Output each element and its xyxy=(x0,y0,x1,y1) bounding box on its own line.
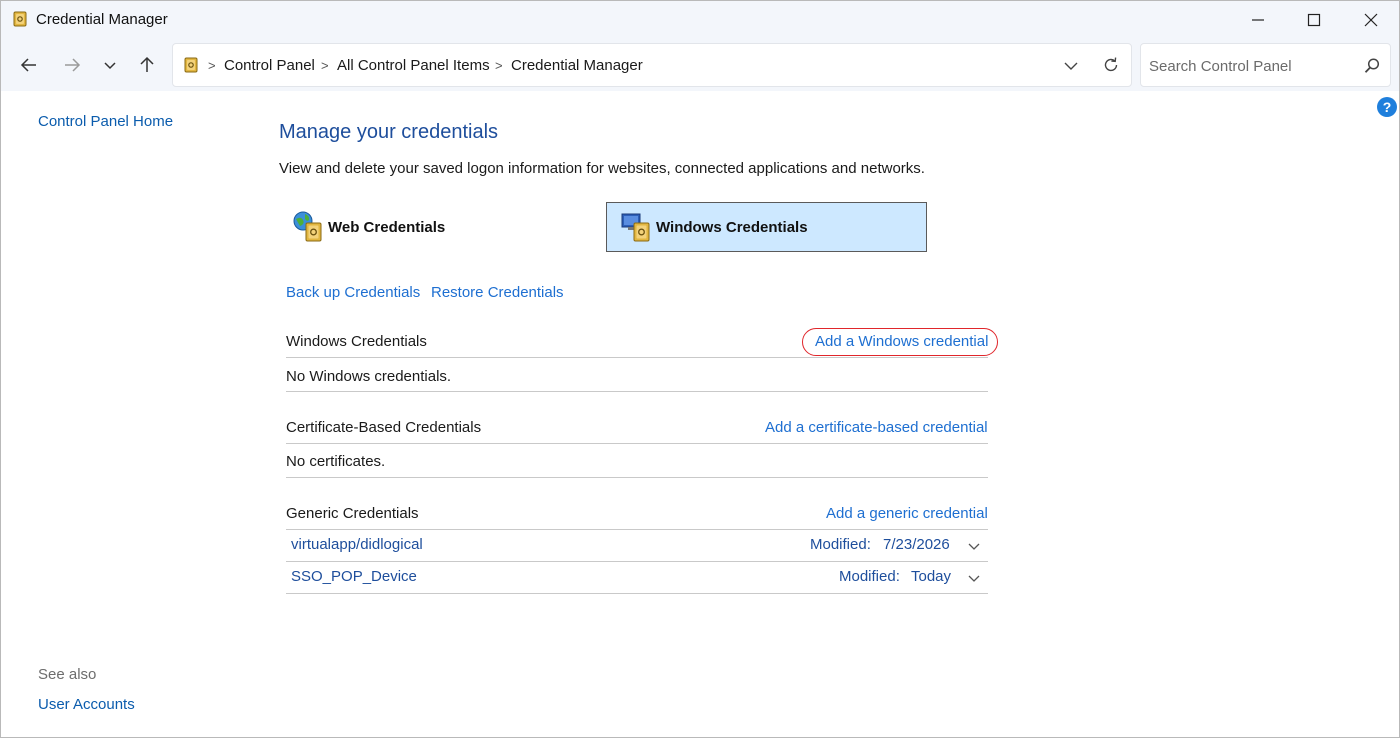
credential-vault-icon xyxy=(13,11,27,27)
arrow-right-icon xyxy=(65,58,81,72)
backup-credentials-link[interactable]: Back up Credentials xyxy=(286,284,420,301)
generic-credential-row[interactable]: SSO_POP_Device Modified: Today xyxy=(286,562,988,593)
address-history-chevron-icon[interactable] xyxy=(1061,56,1081,76)
minimize-button[interactable] xyxy=(1230,1,1286,39)
see-also-label: See also xyxy=(38,666,97,683)
maximize-icon xyxy=(1307,13,1321,27)
up-button[interactable] xyxy=(133,52,161,78)
certificate-credentials-empty-text: No certificates. xyxy=(286,453,386,470)
control-panel-home-link[interactable]: Control Panel Home xyxy=(38,113,173,130)
close-icon xyxy=(1364,13,1378,27)
search-box[interactable] xyxy=(1140,43,1391,87)
windows-credentials-empty-text: No Windows credentials. xyxy=(286,368,452,385)
section-divider xyxy=(286,477,988,478)
title-bar: Credential Manager xyxy=(1,1,1399,39)
page-title: Manage your credentials xyxy=(279,121,499,143)
web-credentials-globe-vault-icon xyxy=(293,211,322,242)
refresh-icon[interactable] xyxy=(1101,55,1121,75)
arrow-up-icon xyxy=(140,56,154,72)
generic-credential-row[interactable]: virtualapp/didlogical Modified: 7/23/202… xyxy=(286,530,988,561)
credential-modified-label: Modified: xyxy=(839,568,900,585)
windows-credentials-monitor-vault-icon xyxy=(621,213,650,242)
user-accounts-link[interactable]: User Accounts xyxy=(38,696,135,713)
add-windows-credential-link[interactable]: Add a Windows credential xyxy=(815,333,988,350)
credential-name: SSO_POP_Device xyxy=(291,568,417,585)
add-certificate-credential-link[interactable]: Add a certificate-based credential xyxy=(765,419,988,436)
breadcrumb-control-panel[interactable]: Control Panel xyxy=(224,57,315,74)
search-input[interactable] xyxy=(1149,56,1349,76)
chevron-down-icon xyxy=(104,62,116,70)
restore-credentials-link[interactable]: Restore Credentials xyxy=(431,284,564,301)
help-icon[interactable]: ? xyxy=(1377,97,1397,117)
credential-name: virtualapp/didlogical xyxy=(291,536,423,553)
windows-credentials-heading: Windows Credentials xyxy=(286,333,427,350)
breadcrumb-separator: > xyxy=(208,58,216,73)
credential-modified-value: Today xyxy=(911,568,952,585)
address-bar[interactable]: > Control Panel > All Control Panel Item… xyxy=(172,43,1132,87)
credential-modified-label: Modified: xyxy=(810,536,871,553)
section-divider xyxy=(286,357,988,358)
certificate-credentials-heading: Certificate-Based Credentials xyxy=(286,419,482,436)
credential-modified-value: 7/23/2026 xyxy=(883,536,950,553)
breadcrumb-all-items[interactable]: All Control Panel Items xyxy=(337,57,490,74)
back-button[interactable] xyxy=(15,52,43,78)
search-icon[interactable] xyxy=(1363,57,1381,75)
section-divider xyxy=(286,443,988,444)
arrow-left-icon xyxy=(20,58,36,72)
credential-vault-icon xyxy=(184,57,198,73)
tab-web-credentials[interactable]: Web Credentials xyxy=(279,202,600,252)
forward-button[interactable] xyxy=(58,52,86,78)
minimize-icon xyxy=(1252,19,1264,21)
expand-chevron-icon[interactable] xyxy=(966,570,982,586)
add-generic-credential-link[interactable]: Add a generic credential xyxy=(826,505,988,522)
maximize-button[interactable] xyxy=(1286,1,1342,39)
tab-windows-credentials-label: Windows Credentials xyxy=(656,218,808,236)
tab-windows-credentials[interactable]: Windows Credentials xyxy=(606,202,927,252)
section-divider xyxy=(286,391,988,392)
navigation-bar: > Control Panel > All Control Panel Item… xyxy=(1,39,1399,91)
generic-credentials-heading: Generic Credentials xyxy=(286,505,419,522)
breadcrumb-credential-manager[interactable]: Credential Manager xyxy=(511,57,643,74)
tab-web-credentials-label: Web Credentials xyxy=(328,218,446,236)
recent-locations-button[interactable] xyxy=(96,52,124,78)
credential-manager-window: Credential Manager > Control Panel > All… xyxy=(0,0,1400,738)
close-button[interactable] xyxy=(1343,1,1399,39)
page-description: View and delete your saved logon informa… xyxy=(279,160,925,177)
window-title: Credential Manager xyxy=(36,11,168,28)
breadcrumb-separator: > xyxy=(495,58,503,73)
row-divider xyxy=(286,593,988,594)
expand-chevron-icon[interactable] xyxy=(966,538,982,554)
breadcrumb-separator: > xyxy=(321,58,329,73)
